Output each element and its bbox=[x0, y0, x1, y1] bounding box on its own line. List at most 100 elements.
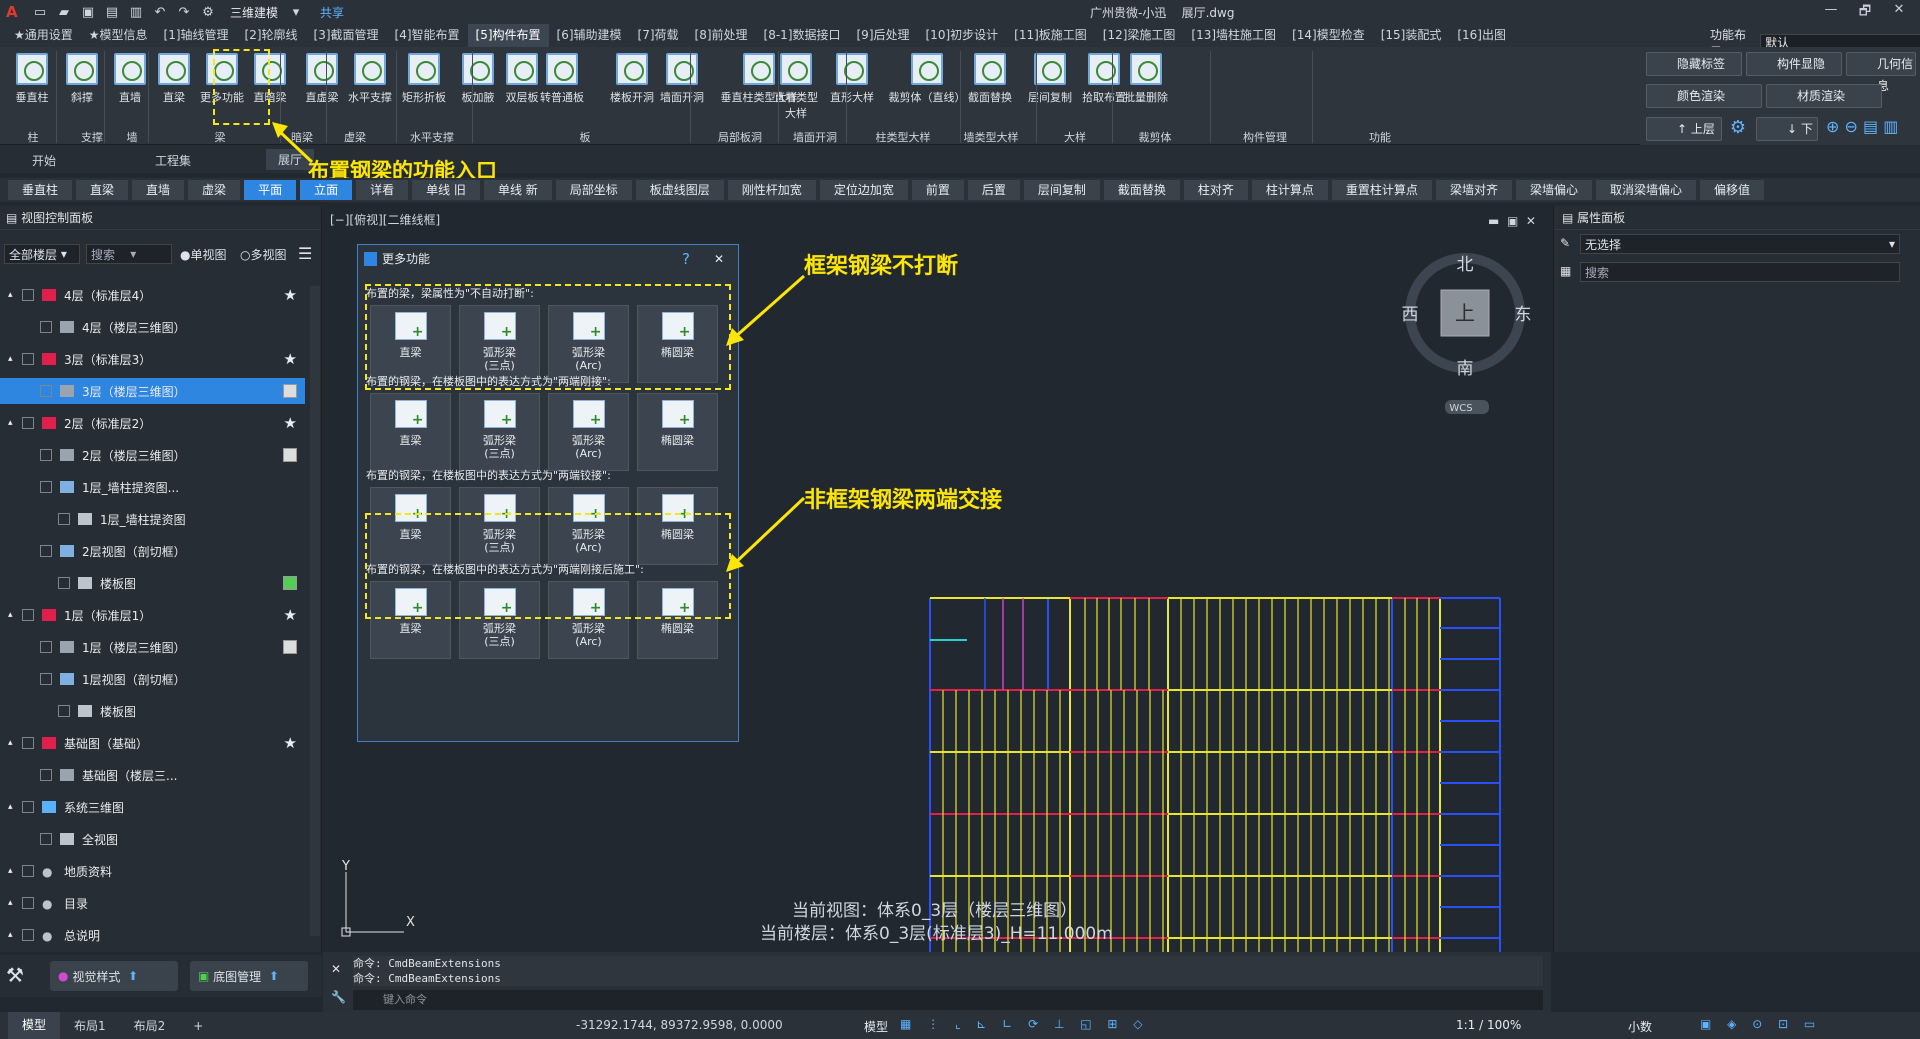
tree-item[interactable]: 1层（楼层三维图） bbox=[0, 634, 305, 660]
tree-search-input[interactable]: 搜索 ▾ bbox=[86, 244, 172, 264]
tree-item[interactable]: 1层视图（剖切框） bbox=[0, 666, 305, 692]
toolbar-button[interactable]: 梁墙对齐 bbox=[1435, 180, 1512, 200]
toolbar-button[interactable]: 刚性杆加宽 bbox=[727, 180, 816, 200]
star-icon[interactable]: ★ bbox=[284, 414, 297, 432]
ribbon-button[interactable]: 截面替换 bbox=[966, 53, 1014, 105]
multi-view-radio[interactable]: ○ 多视图 bbox=[240, 246, 287, 263]
tree-item[interactable]: 1层_墙柱提资图... bbox=[0, 474, 305, 500]
base-map-button[interactable]: ▣ 底图管理 ⬆ bbox=[190, 961, 308, 991]
tab-model[interactable]: 模型 bbox=[8, 1012, 61, 1039]
menu-tab[interactable]: [4]智能布置 bbox=[387, 24, 468, 47]
toolbar-button[interactable]: 取消梁墙偏心 bbox=[1595, 180, 1696, 200]
star-icon[interactable]: ★ bbox=[284, 606, 297, 624]
tree-checkbox[interactable] bbox=[40, 545, 52, 557]
toolbar-button[interactable]: 单线 新 bbox=[483, 180, 552, 200]
tree-toggle-icon[interactable]: ▴ bbox=[8, 738, 22, 748]
tree-item[interactable]: ▴ 基础图（基础） ★ bbox=[0, 730, 305, 756]
menu-tab[interactable]: [9]后处理 bbox=[849, 24, 918, 47]
color-render-button[interactable]: 颜色渲染 bbox=[1646, 84, 1762, 108]
menu-tab[interactable]: [10]初步设计 bbox=[918, 24, 1007, 47]
tree-item[interactable]: 全视图 bbox=[0, 826, 305, 852]
compass-top-face[interactable]: 上 bbox=[1455, 301, 1475, 325]
tree-toggle-icon[interactable]: ▴ bbox=[8, 418, 22, 428]
help-icon[interactable]: ? bbox=[682, 245, 690, 273]
menu-tab[interactable]: [11]板施工图 bbox=[1006, 24, 1095, 47]
view-cube-compass[interactable]: 北 南 东 西 上 WCS bbox=[1395, 248, 1535, 418]
tree-item[interactable]: ▴ 1层（标准层1） ★ bbox=[0, 602, 305, 628]
new-file-icon[interactable]: ▭ bbox=[28, 5, 52, 20]
toolbar-button[interactable]: 后置 bbox=[967, 180, 1020, 200]
toolbar-button[interactable]: 直梁 bbox=[76, 180, 129, 200]
toolbar-button[interactable]: 定位边加宽 bbox=[819, 180, 908, 200]
toolbar-button[interactable]: 虚梁 bbox=[188, 180, 241, 200]
ribbon-button[interactable]: 楼板开洞 bbox=[608, 53, 656, 105]
beam-type-button[interactable]: 直梁 bbox=[370, 393, 451, 471]
tree-item[interactable]: 2层（楼层三维图） bbox=[0, 442, 305, 468]
toolbar-button[interactable]: 直墙 bbox=[132, 180, 185, 200]
down-floor-button[interactable]: ↓ 下层 bbox=[1756, 117, 1818, 158]
ribbon-button[interactable]: 斜撑 bbox=[58, 53, 106, 105]
command-input[interactable]: 键入命令 bbox=[353, 990, 1543, 1010]
workspace-mode-select[interactable]: 三维建模 bbox=[224, 4, 284, 21]
property-search-input[interactable]: 搜索 bbox=[1580, 262, 1900, 282]
toolbar-button[interactable]: 重置柱计算点 bbox=[1331, 180, 1432, 200]
ribbon-button[interactable]: 板加腋 bbox=[454, 53, 502, 105]
tree-toggle-icon[interactable]: ▴ bbox=[8, 610, 22, 620]
print-icon[interactable]: ▥ bbox=[124, 5, 148, 20]
tree-item[interactable]: ▴ ● 目录 bbox=[0, 890, 305, 916]
floor-filter-select[interactable]: 全部楼层 ▾ bbox=[4, 244, 80, 264]
ribbon-button[interactable]: 直墙 bbox=[106, 53, 154, 105]
viewport-controls[interactable]: ▬ ▣ ✕ bbox=[1488, 214, 1536, 228]
ribbon-button[interactable]: 直形大样 bbox=[828, 53, 876, 105]
tree-checkbox[interactable] bbox=[40, 481, 52, 493]
view-thumbnail-icon[interactable] bbox=[283, 448, 297, 462]
redo-icon[interactable]: ↷ bbox=[172, 5, 196, 20]
material-render-button[interactable]: 材质渲染 bbox=[1766, 84, 1882, 108]
share-button[interactable]: 共享 bbox=[320, 4, 344, 21]
beam-type-button[interactable]: 椭圆梁 bbox=[637, 393, 718, 471]
toolbar-button[interactable]: 垂直柱 bbox=[8, 180, 73, 200]
zoom-tools[interactable]: ⊕ ⊖ ▤ ▥ bbox=[1826, 117, 1914, 141]
tree-item[interactable]: ▴ ● 地质资料 bbox=[0, 858, 305, 884]
tree-checkbox[interactable] bbox=[40, 769, 52, 781]
tree-item[interactable]: ▴ 系统三维图 bbox=[0, 794, 305, 820]
hide-label-button[interactable]: 隐藏标签 bbox=[1646, 52, 1742, 76]
tree-checkbox[interactable] bbox=[22, 801, 34, 813]
menu-tab[interactable]: [7]荷载 bbox=[630, 24, 687, 47]
menu-tab[interactable]: [6]辅助建模 bbox=[549, 24, 630, 47]
ribbon-button[interactable]: 垂直柱 bbox=[8, 53, 56, 105]
tree-item[interactable]: 基础图（楼层三... bbox=[0, 762, 305, 788]
menu-tab[interactable]: [14]模型检查 bbox=[1284, 24, 1373, 47]
add-layout-button[interactable]: + bbox=[179, 1019, 217, 1033]
ribbon-button[interactable]: 拾取布置 bbox=[1080, 53, 1128, 105]
tree-checkbox[interactable] bbox=[22, 737, 34, 749]
tree-item[interactable]: 2层视图（剖切框） bbox=[0, 538, 305, 564]
up-floor-button[interactable]: ↑ 上层 bbox=[1646, 117, 1722, 141]
ribbon-button[interactable]: 矩形折板 bbox=[400, 53, 448, 105]
star-icon[interactable]: ★ bbox=[284, 286, 297, 304]
tree-checkbox[interactable] bbox=[22, 417, 34, 429]
tree-item[interactable]: ▴ 3层（标准层3） ★ bbox=[0, 346, 305, 372]
tree-checkbox[interactable] bbox=[40, 673, 52, 685]
save-icon[interactable]: ▣ bbox=[76, 5, 100, 20]
ribbon-button[interactable]: 直梁 bbox=[150, 53, 198, 105]
tools-icon[interactable]: ⚒ bbox=[6, 963, 24, 987]
tree-item[interactable]: ▴ 2层（标准层2） ★ bbox=[0, 410, 305, 436]
ribbon-button[interactable]: 墙面开洞 bbox=[658, 53, 706, 105]
toolbar-button[interactable]: 板虚线图层 bbox=[635, 180, 724, 200]
tree-item[interactable]: ▴ ● 总说明 bbox=[0, 922, 305, 948]
tree-toggle-icon[interactable]: ▴ bbox=[8, 930, 22, 940]
tree-toggle-icon[interactable]: ▴ bbox=[8, 290, 22, 300]
menu-tab[interactable]: [13]墙柱施工图 bbox=[1183, 24, 1284, 47]
open-folder-icon[interactable]: ▰ bbox=[52, 5, 76, 20]
tree-checkbox[interactable] bbox=[22, 929, 34, 941]
toolbar-button[interactable]: 柱对齐 bbox=[1183, 180, 1248, 200]
tree-item[interactable]: 楼板图 bbox=[0, 698, 305, 724]
tree-scrollbar[interactable] bbox=[310, 286, 320, 936]
tree-checkbox[interactable] bbox=[22, 289, 34, 301]
toolbar-button[interactable]: 梁墙偏心 bbox=[1515, 180, 1592, 200]
toolbar-button[interactable]: 单线 旧 bbox=[412, 180, 480, 200]
ribbon-button[interactable]: 层间复制 bbox=[1026, 53, 1074, 105]
geometry-info-button[interactable]: 几何信息 bbox=[1846, 52, 1916, 93]
menu-tab[interactable]: ★通用设置 bbox=[6, 24, 81, 47]
